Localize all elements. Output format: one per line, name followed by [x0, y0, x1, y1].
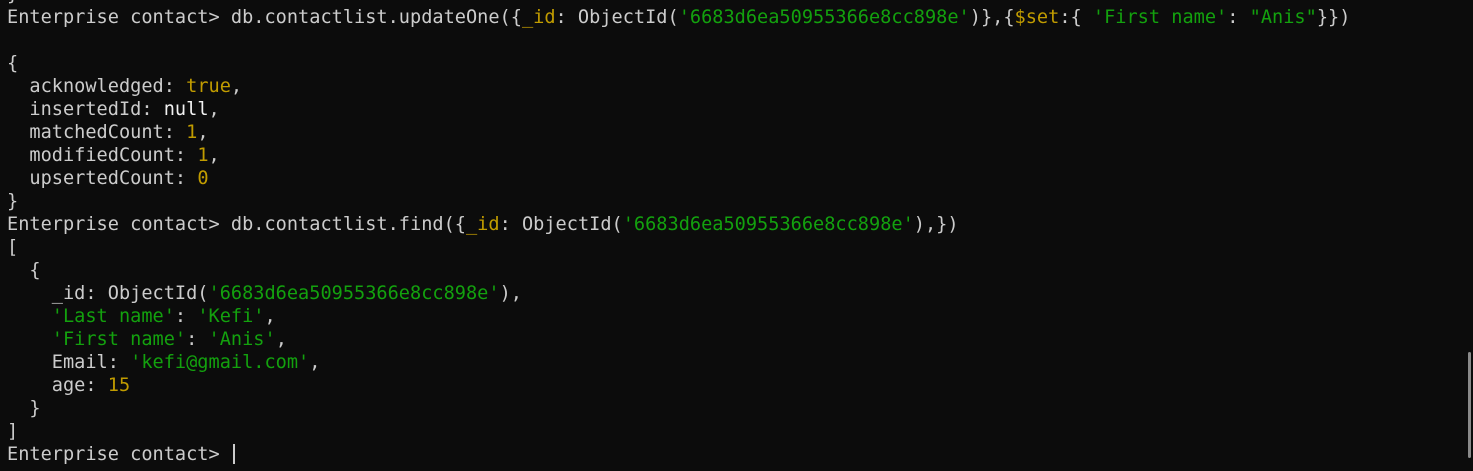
terminal-text-segment: Enterprise contact> [7, 7, 231, 28]
terminal-text-segment: :{ [1059, 7, 1093, 28]
terminal-line: _id: ObjectId('6683d6ea50955366e8cc898e'… [7, 282, 1459, 305]
terminal-text-segment: : ObjectId( [499, 214, 623, 235]
terminal-text-segment: 'Kefi' [197, 306, 265, 327]
terminal-text-segment: , [197, 122, 209, 143]
terminal-text-segment: '6683d6ea50955366e8cc898e' [678, 7, 970, 28]
terminal-text-segment: , [208, 145, 220, 166]
terminal-text-segment: matchedCount: [7, 122, 187, 143]
terminal-text-segment: : [174, 306, 198, 327]
terminal-text-segment: _id [465, 214, 500, 235]
terminal-line: modifiedCount: 1, [7, 144, 1459, 167]
terminal-text-segment: '6683d6ea50955366e8cc898e' [622, 214, 914, 235]
terminal-text-segment: ] [7, 421, 19, 442]
terminal-text-segment: modifiedCount: [7, 145, 198, 166]
terminal-text-segment: [ [7, 237, 19, 258]
terminal-line: Enterprise contact> db.contactlist.updat… [7, 6, 1459, 29]
terminal-text-segment: 15 [107, 375, 131, 396]
terminal-text-segment: 'kefi@gmail.com' [130, 352, 310, 373]
terminal-text-segment: )},{ [969, 7, 1015, 28]
terminal-text-segment: $set [1014, 7, 1060, 28]
terminal-line: age: 15 [7, 374, 1459, 397]
terminal-output: }Enterprise contact> db.contactlist.upda… [7, 0, 1459, 466]
terminal-window[interactable]: }Enterprise contact> db.contactlist.upda… [0, 0, 1473, 471]
terminal-text-segment: Enterprise contact> [7, 444, 231, 465]
terminal-line: Enterprise contact> db.contactlist.find(… [7, 213, 1459, 236]
terminal-line: { [7, 52, 1459, 75]
terminal-line: Enterprise contact> [7, 443, 1459, 466]
terminal-text-segment: , [230, 76, 243, 97]
terminal-text-segment: , [309, 352, 321, 373]
terminal-text-segment: db.contactlist.find({ [230, 214, 466, 235]
terminal-line: insertedId: null, [7, 98, 1459, 121]
terminal-text-segment: { [7, 53, 19, 74]
terminal-text-segment: "Anis" [1249, 7, 1317, 28]
terminal-text-segment: 'First name' [51, 329, 187, 350]
scrollbar-thumb[interactable] [1468, 352, 1471, 458]
terminal-line: upsertedCount: 0 [7, 167, 1459, 190]
terminal-text-segment: Enterprise contact> [7, 214, 231, 235]
terminal-text-segment: 'First name' [1092, 7, 1228, 28]
terminal-text-segment: '6683d6ea50955366e8cc898e' [208, 283, 500, 304]
text-cursor [232, 444, 235, 464]
terminal-line: acknowledged: true, [7, 75, 1459, 98]
terminal-line: } [7, 190, 1459, 213]
terminal-text-segment: ), [499, 283, 522, 304]
terminal-text-segment: , [264, 306, 276, 327]
terminal-text-segment: _id: ObjectId( [7, 283, 209, 304]
terminal-line: ] [7, 420, 1459, 443]
terminal-text-segment: } [7, 191, 19, 212]
terminal-text-segment: 'Anis' [208, 329, 276, 350]
terminal-text-segment: acknowledged: [7, 76, 187, 97]
terminal-text-segment: true [186, 76, 231, 97]
terminal-line: 'Last name': 'Kefi', [7, 305, 1459, 328]
terminal-text-segment: 1 [186, 122, 198, 143]
terminal-text-segment: ),}) [913, 214, 959, 235]
terminal-text-segment: , [208, 99, 220, 120]
terminal-text-segment: insertedId: [7, 99, 164, 120]
terminal-text-segment: } [7, 398, 41, 419]
terminal-text-segment: }}) [1316, 7, 1351, 28]
terminal-text-segment: { [7, 260, 41, 281]
terminal-line: [ [7, 236, 1459, 259]
terminal-text-segment: : ObjectId( [555, 7, 679, 28]
terminal-text-segment: , [275, 329, 287, 350]
terminal-text-segment: : [186, 329, 209, 350]
terminal-text-segment: _id [521, 7, 556, 28]
terminal-line: 'First name': 'Anis', [7, 328, 1459, 351]
terminal-text-segment: null [163, 99, 209, 120]
terminal-line: Email: 'kefi@gmail.com', [7, 351, 1459, 374]
terminal-text-segment: : [1227, 7, 1250, 28]
terminal-text-segment: db.contactlist.updateOne({ [230, 7, 522, 28]
terminal-text-segment: } [7, 0, 18, 5]
terminal-line: matchedCount: 1, [7, 121, 1459, 144]
terminal-text-segment: age: [7, 375, 108, 396]
terminal-text-segment: 0 [197, 168, 209, 189]
terminal-line: } [7, 397, 1459, 420]
terminal-text-segment: Email: [7, 352, 131, 373]
terminal-line: { [7, 259, 1459, 282]
terminal-text-segment: 'Last name' [51, 306, 175, 327]
scrollbar[interactable] [1459, 0, 1473, 471]
terminal-text-segment: 1 [197, 145, 209, 166]
terminal-text-segment: upsertedCount: [7, 168, 198, 189]
